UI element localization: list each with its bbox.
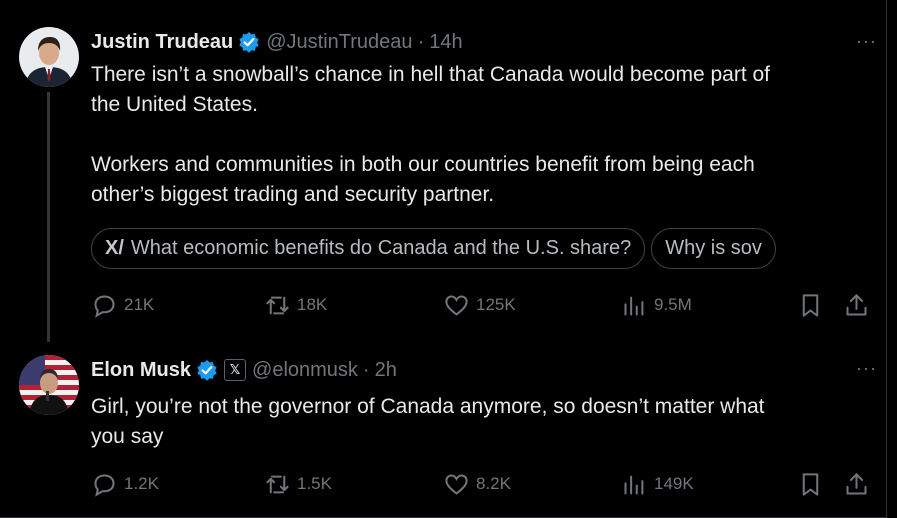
tweet-text: There isn’t a snowball’s chance in hell … xyxy=(91,60,861,210)
tweet-text-line: the United States. xyxy=(91,93,258,116)
separator-dot: · xyxy=(417,30,425,53)
heart-icon xyxy=(445,473,468,495)
reply-count: 1.2K xyxy=(124,474,159,493)
repost-icon xyxy=(266,475,289,493)
like-button[interactable]: 8.2K xyxy=(443,467,511,501)
separator-dot: · xyxy=(362,358,370,381)
grok-suggestion-chip[interactable]: X/ What economic benefits do Canada and … xyxy=(91,228,646,269)
verified-icon xyxy=(196,359,218,381)
more-options-icon[interactable]: ··· xyxy=(856,358,877,379)
repost-icon xyxy=(266,296,289,314)
handle[interactable]: @elonmusk xyxy=(252,359,358,382)
display-name[interactable]: Justin Trudeau xyxy=(91,31,233,54)
like-count: 8.2K xyxy=(476,474,511,493)
tweet-text-line: Girl, you’re not the governor of Canada … xyxy=(91,395,765,418)
tweet-text-line: There isn’t a snowball’s chance in hell … xyxy=(91,63,771,86)
share-button[interactable] xyxy=(843,467,870,501)
views-count: 9.5M xyxy=(654,295,692,314)
action-bar: 1.2K 1.5K 8.2K 149K xyxy=(91,467,871,501)
avatar-trudeau[interactable] xyxy=(19,27,79,87)
grok-suggestion-label: Why is sov xyxy=(665,237,762,259)
action-bar: 21K 18K 125K 9.5M xyxy=(91,288,871,322)
reply-button[interactable]: 1.2K xyxy=(91,467,159,501)
timestamp[interactable]: 14h xyxy=(429,31,462,54)
tweet-text: Girl, you’re not the governor of Canada … xyxy=(91,392,861,452)
tweet-text-line: you say xyxy=(91,425,164,448)
heart-icon xyxy=(445,294,468,316)
grok-suggestion-label: What economic benefits do Canada and the… xyxy=(130,237,632,259)
repost-count: 1.5K xyxy=(297,474,332,493)
like-count: 125K xyxy=(476,295,516,314)
repost-button[interactable]: 18K xyxy=(264,288,327,322)
handle[interactable]: @JustinTrudeau xyxy=(266,31,412,54)
repost-button[interactable]: 1.5K xyxy=(264,467,332,501)
bookmark-button[interactable] xyxy=(797,467,824,501)
tweet-header: Justin Trudeau @JustinTrudeau · 14h xyxy=(91,27,463,57)
bookmark-icon xyxy=(802,293,819,317)
grok-icon: X/ xyxy=(105,237,124,259)
share-icon xyxy=(846,472,867,495)
views-icon xyxy=(624,475,644,495)
tweet-header: Elon Musk 𝕏 @elonmusk · 2h xyxy=(91,355,397,385)
views-count: 149K xyxy=(654,474,694,493)
tweet-text-line: other’s biggest trading and security par… xyxy=(91,183,495,206)
reply-count: 21K xyxy=(124,295,155,314)
grok-suggestion-chip[interactable]: Why is sov xyxy=(651,228,776,269)
views-icon xyxy=(624,296,644,316)
bookmark-button[interactable] xyxy=(797,288,824,322)
verified-icon xyxy=(238,31,260,53)
bookmark-icon xyxy=(802,472,819,496)
avatar-musk[interactable] xyxy=(19,355,79,415)
more-options-icon[interactable]: ··· xyxy=(856,31,877,52)
repost-count: 18K xyxy=(297,295,328,314)
grok-suggestions-row: X/ What economic benefits do Canada and … xyxy=(91,228,866,273)
tweet-text-line: Workers and communities in both our coun… xyxy=(91,153,755,176)
thread-connector-line xyxy=(47,92,50,342)
share-button[interactable] xyxy=(843,288,870,322)
reply-icon xyxy=(94,473,115,497)
views-button[interactable]: 9.5M xyxy=(621,288,692,322)
reply-button[interactable]: 21K xyxy=(91,288,154,322)
column-border xyxy=(886,0,887,518)
display-name[interactable]: Elon Musk xyxy=(91,359,191,382)
timestamp[interactable]: 2h xyxy=(375,359,397,382)
views-button[interactable]: 149K xyxy=(621,467,694,501)
share-icon xyxy=(846,293,867,316)
like-button[interactable]: 125K xyxy=(443,288,516,322)
x-affiliate-badge[interactable]: 𝕏 xyxy=(224,359,247,381)
reply-icon xyxy=(94,294,115,318)
